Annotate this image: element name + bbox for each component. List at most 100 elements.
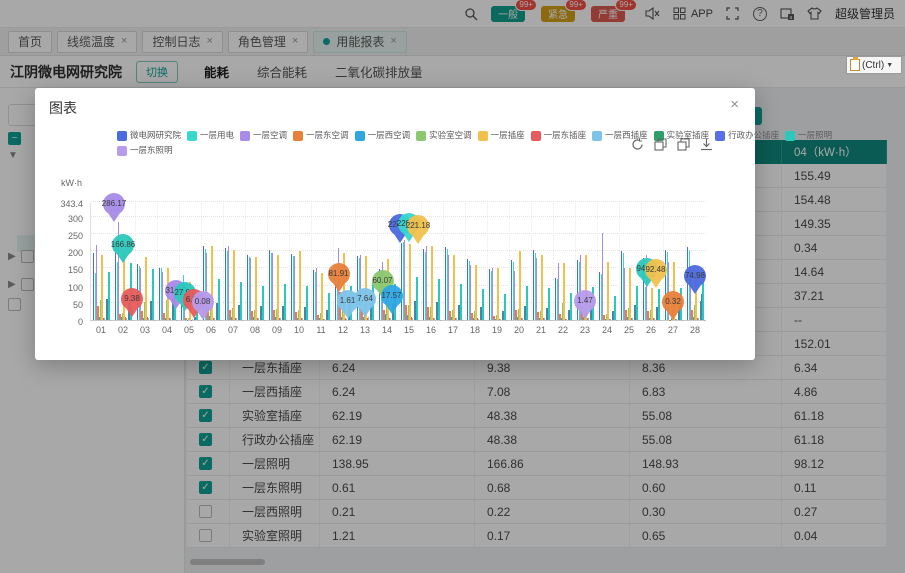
chart-bar xyxy=(614,296,615,320)
chart-bar xyxy=(519,251,520,320)
chart-bar xyxy=(218,279,219,320)
chart-bar xyxy=(294,256,295,320)
chart-bar xyxy=(636,286,637,320)
paste-options-popup[interactable]: (Ctrl) ▼ xyxy=(846,56,902,74)
chart-bar xyxy=(462,320,463,321)
chart-legend: 微电网研究院一层用电 一层空调一层东空调一层西空调实验室空调一层插座一层东插座一层… xyxy=(117,128,709,158)
bar-chart[interactable]: kW·h 050100150200250300343.4010203040506… xyxy=(35,178,755,360)
legend-item-一层用电[interactable]: 一层用电 xyxy=(187,128,234,143)
chart-bar xyxy=(453,255,454,320)
y-axis-tick-label: 300 xyxy=(47,214,83,224)
chart-bar xyxy=(299,251,300,320)
refresh-icon[interactable] xyxy=(631,138,644,151)
markpoint-value: 166.86 xyxy=(111,240,135,249)
chart-bar xyxy=(497,268,498,320)
markpoint-value: 1.47 xyxy=(577,296,593,305)
chart-markpoint: 17.57 xyxy=(381,285,403,307)
markpoint-value: 92.48 xyxy=(645,265,665,274)
x-axis-tick-label: 12 xyxy=(332,325,354,335)
legend-item-一层东插座[interactable]: 一层东插座 xyxy=(531,128,587,143)
chart-bar xyxy=(602,233,603,320)
chart-bar xyxy=(548,288,549,320)
chart-bar xyxy=(330,320,331,321)
chart-bar xyxy=(651,288,652,320)
legend-item-一层东空调[interactable]: 一层东空调 xyxy=(293,128,349,143)
chart-markpoint: 286.17 xyxy=(103,193,125,215)
chart-bar xyxy=(316,268,317,320)
x-axis-tick-label: 04 xyxy=(156,325,178,335)
legend-label: 一层照明 xyxy=(798,128,832,143)
chart-bar xyxy=(277,255,278,320)
chart-bar xyxy=(123,255,124,320)
x-axis-tick-label: 07 xyxy=(222,325,244,335)
markpoint-value: 0.32 xyxy=(665,297,681,306)
chart-bar xyxy=(570,293,571,320)
legend-swatch xyxy=(531,131,541,141)
chart-bar xyxy=(431,246,432,320)
legend-item-行政办公插座[interactable]: 行政办公插座 xyxy=(715,128,779,143)
gridline xyxy=(443,203,444,320)
chart-bar xyxy=(255,257,256,320)
data-view-icon[interactable] xyxy=(654,138,667,151)
legend-label: 一层空调 xyxy=(253,128,287,143)
legend-item-一层东照明[interactable]: 一层东照明 xyxy=(117,143,173,158)
chart-toolbar xyxy=(631,138,713,151)
legend-swatch xyxy=(416,131,426,141)
gridline xyxy=(267,203,268,320)
chart-bar xyxy=(220,320,221,321)
chart-bar xyxy=(448,255,449,320)
chart-bar xyxy=(660,320,661,321)
chart-bar xyxy=(409,244,410,320)
x-axis-tick-label: 26 xyxy=(640,325,662,335)
x-axis-tick-label: 14 xyxy=(376,325,398,335)
chart-bar xyxy=(550,320,551,321)
x-axis-tick-label: 01 xyxy=(90,325,112,335)
markpoint-value: 17.57 xyxy=(381,291,401,300)
markpoint-value: 7.64 xyxy=(357,294,373,303)
gridline xyxy=(487,203,488,320)
legend-item-一层照明[interactable]: 一层照明 xyxy=(785,128,832,143)
chart-bar xyxy=(418,320,419,321)
legend-swatch xyxy=(187,131,197,141)
legend-item-微电网研究院[interactable]: 微电网研究院 xyxy=(117,128,181,143)
chart-bar xyxy=(629,268,630,320)
y-axis-tick-label: 250 xyxy=(47,231,83,241)
gridline xyxy=(531,203,532,320)
close-icon[interactable]: × xyxy=(730,96,739,113)
gridline xyxy=(333,203,334,320)
chart-markpoint: 0.32 xyxy=(662,291,684,313)
chart-bar xyxy=(286,320,287,321)
legend-item-一层插座[interactable]: 一层插座 xyxy=(478,128,525,143)
y-axis-tick-label: 343.4 xyxy=(47,199,83,209)
x-axis-tick-label: 27 xyxy=(662,325,684,335)
chart-bar xyxy=(308,320,309,321)
x-axis-tick-label: 02 xyxy=(112,325,134,335)
markpoint-value: 81.91 xyxy=(328,269,348,278)
legend-item-实验室空调[interactable]: 实验室空调 xyxy=(416,128,472,143)
chart-bar xyxy=(396,320,397,321)
chart-markpoint: 92.48 xyxy=(645,259,667,281)
legend-label: 微电网研究院 xyxy=(130,128,181,143)
gridline xyxy=(465,203,466,320)
chart-bar xyxy=(416,277,417,320)
legend-item-一层空调[interactable]: 一层空调 xyxy=(240,128,287,143)
chart-bar xyxy=(506,320,507,321)
x-axis-tick-label: 19 xyxy=(486,325,508,335)
x-axis-tick-label: 11 xyxy=(310,325,332,335)
chart-bar xyxy=(563,263,564,320)
x-axis-tick-label: 25 xyxy=(618,325,640,335)
download-icon[interactable] xyxy=(700,138,713,151)
x-axis-tick-label: 03 xyxy=(134,325,156,335)
legend-item-一层西空调[interactable]: 一层西空调 xyxy=(355,128,411,143)
gridline xyxy=(245,203,246,320)
legend-label: 行政办公插座 xyxy=(728,128,779,143)
x-axis-tick-label: 18 xyxy=(464,325,486,335)
save-image-icon[interactable] xyxy=(677,138,690,151)
chart-bar xyxy=(484,320,485,321)
chart-markpoint: 9.38 xyxy=(121,288,143,310)
chart-bar xyxy=(321,273,322,320)
markpoint-value: 9.38 xyxy=(124,294,140,303)
chart-bar xyxy=(460,284,461,320)
chart-bar xyxy=(240,282,241,320)
chart-bar xyxy=(176,320,177,321)
